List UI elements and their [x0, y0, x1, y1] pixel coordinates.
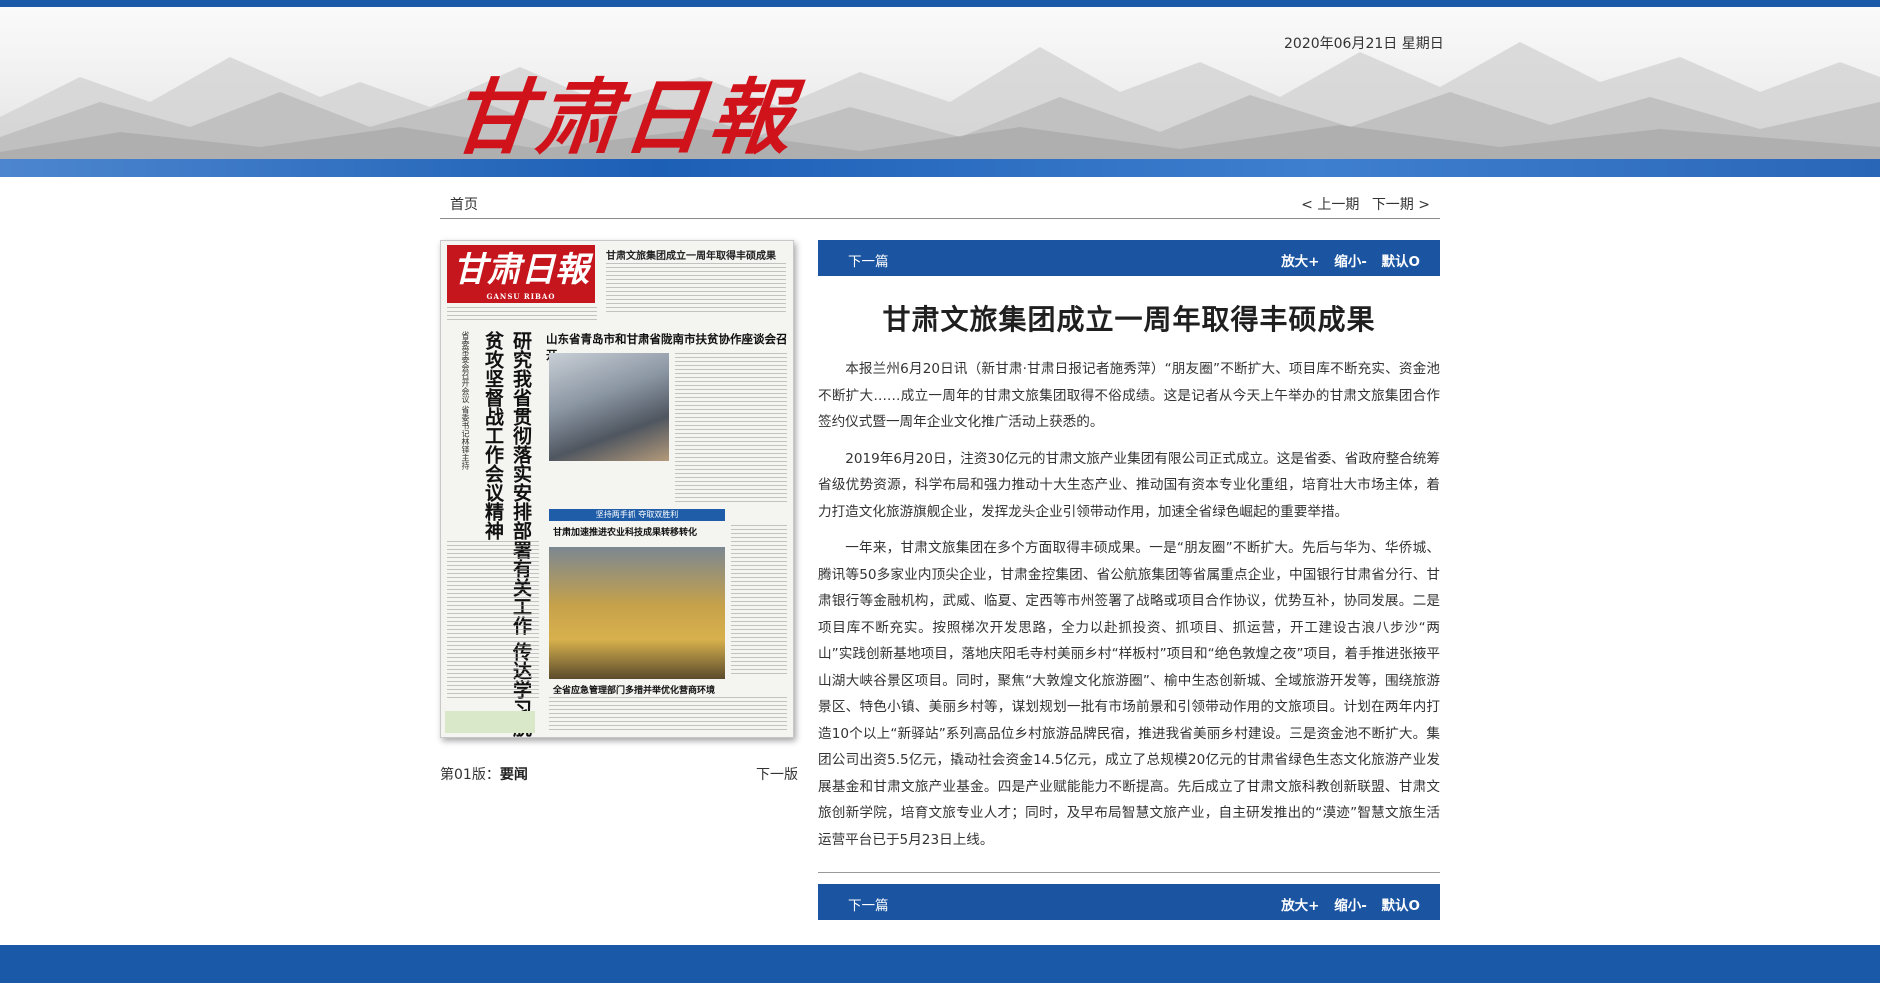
zoom-in-button[interactable]: 放大+ — [1281, 254, 1319, 270]
zoom-out-button[interactable]: 缩小- — [1334, 254, 1367, 270]
next-page-link[interactable]: 下一版 — [756, 764, 798, 784]
thumbnail-top-headline[interactable]: 甘肃文旅集团成立一周年取得丰硕成果 — [606, 247, 776, 262]
font-size-tools: 放大+ 缩小- 默认O — [1271, 250, 1420, 270]
home-link[interactable]: 首页 — [450, 194, 478, 214]
article-paragraph: 2019年6月20日，注资30亿元的甘肃文旅产业集团有限公司正式成立。这是省委、… — [818, 450, 1440, 520]
zoom-out-button[interactable]: 缩小- — [1334, 898, 1367, 914]
issue-nav: 首页 < 上一期 下一期 > — [440, 186, 1440, 219]
thumbnail-sub-headline-2[interactable]: 全省应急管理部门多措并举优化营商环境 — [553, 683, 715, 696]
footer-bar — [0, 945, 1880, 983]
zoom-in-button[interactable]: 放大+ — [1281, 898, 1319, 914]
thumbnail-section-band: 坚持两手抓 夺取双胜利 — [549, 509, 725, 521]
thumbnail-masthead-text: 甘肃日報 — [453, 250, 589, 290]
next-article-link[interactable]: 下一篇 — [848, 894, 889, 914]
thumbnail-text-block — [447, 307, 597, 321]
page-label: 第01版：要闻 — [440, 764, 528, 784]
article-divider — [818, 872, 1440, 873]
thumbnail-vertical-subhead: 省委常委会召开会议 省委书记林铎主持 — [461, 331, 470, 470]
thumbnail-sub-headline-1[interactable]: 甘肃加速推进农业科技成果转移转化 — [553, 525, 697, 538]
next-issue-link[interactable]: 下一期 > — [1372, 197, 1430, 213]
thumbnail-text-block — [675, 353, 787, 503]
thumbnail-text-block — [447, 541, 539, 701]
article-paragraph: 本报兰州6月20日讯（新甘肃·甘肃日报记者施秀萍）“朋友圈”不断扩大、项目库不断… — [818, 361, 1440, 430]
reset-size-button[interactable]: 默认O — [1382, 898, 1420, 914]
thumbnail-text-block — [606, 263, 786, 315]
reset-size-button[interactable]: 默认O — [1382, 254, 1420, 270]
header-banner: 甘肃日報 2020年06月21日 星期日 — [0, 7, 1880, 159]
issue-date: 2020年06月21日 星期日 — [1284, 36, 1444, 52]
thumbnail-ad-strip — [445, 711, 535, 733]
article-body: 本报兰州6月20日讯（新甘肃·甘肃日报记者施秀萍）“朋友圈”不断扩大、项目库不断… — [818, 356, 1440, 863]
thumbnail-masthead-sub: GANSU RIBAO — [486, 292, 556, 301]
article-title: 甘肃文旅集团成立一周年取得丰硕成果 — [882, 303, 1376, 336]
banner-stripe — [0, 159, 1880, 177]
article-toolbar-top: 下一篇 放大+ 缩小- 默认O — [818, 240, 1440, 276]
font-size-tools: 放大+ 缩小- 默认O — [1271, 894, 1420, 914]
prev-issue-link[interactable]: < 上一期 — [1301, 197, 1359, 213]
issue-pager: < 上一期 下一期 > — [1293, 194, 1430, 214]
top-accent-bar — [0, 0, 1880, 7]
article-toolbar-bottom: 下一篇 放大+ 缩小- 默认O — [818, 884, 1440, 920]
thumbnail-text-block — [731, 525, 787, 675]
page-label-prefix: 第01版： — [440, 767, 500, 783]
thumbnail-photo-agriculture — [549, 547, 725, 679]
article-paragraph: 一年来，甘肃文旅集团在多个方面取得丰硕成果。一是“朋友圈”不断扩大。先后与华为、… — [818, 540, 1440, 848]
masthead-logo[interactable]: 甘肃日報 — [446, 51, 803, 159]
thumbnail-photo-meeting — [549, 353, 669, 461]
thumbnail-masthead: 甘肃日報 GANSU RIBAO — [447, 245, 595, 303]
page-thumbnail[interactable]: 甘肃日報 GANSU RIBAO 甘肃文旅集团成立一周年取得丰硕成果 山东省青岛… — [440, 240, 794, 738]
next-article-link[interactable]: 下一篇 — [848, 250, 889, 270]
thumbnail-text-block — [549, 697, 787, 731]
mountain-background — [0, 42, 1880, 159]
page-label-name[interactable]: 要闻 — [500, 767, 528, 783]
